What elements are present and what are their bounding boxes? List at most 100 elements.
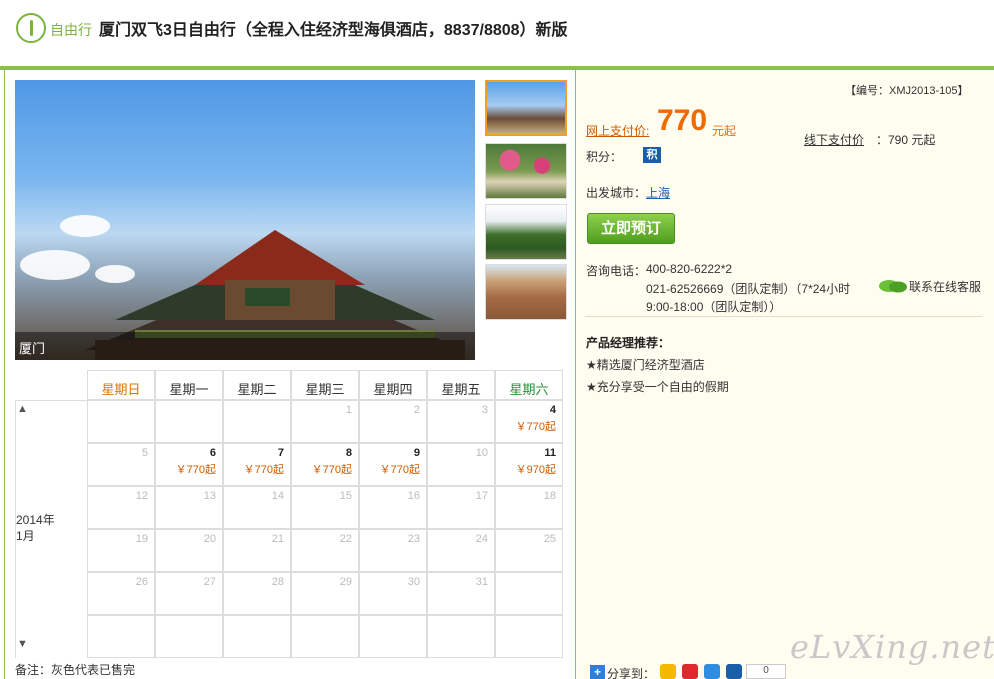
- calendar-day-cell: [495, 615, 563, 658]
- calendar-day-cell: [87, 400, 155, 443]
- offline-price: ：790 元起: [876, 133, 936, 147]
- phone-label: 咨询电话：: [586, 264, 647, 278]
- phone-number-1: 400-820-6222*2: [646, 262, 733, 276]
- calendar-weekday-header: 星期一: [155, 370, 223, 400]
- weibo-icon[interactable]: [682, 664, 698, 679]
- gallery-thumbnail-3[interactable]: [485, 204, 567, 260]
- calendar-day-cell: 31: [427, 572, 495, 615]
- calendar-day-number: 25: [543, 533, 556, 545]
- calendar-note: 备注：灰色代表已售完: [15, 663, 136, 677]
- calendar-day-price[interactable]: ￥770起: [380, 461, 420, 477]
- online-price-label[interactable]: 网上支付价:: [586, 122, 649, 139]
- calendar-weekday-header: 星期四: [359, 370, 427, 400]
- calendar-day-cell[interactable]: 4 ￥770起: [495, 400, 563, 443]
- calendar-day-cell: 10: [427, 443, 495, 486]
- calendar-day-number: 12: [135, 490, 148, 502]
- calendar-day-number: 27: [203, 576, 216, 588]
- calendar-day-number: 28: [271, 576, 284, 588]
- calendar-day-cell: [223, 615, 291, 658]
- calendar-day-number: 22: [339, 533, 352, 545]
- offline-price-label[interactable]: 线下支付价: [804, 131, 864, 148]
- calendar-next-month-button[interactable]: ▼: [17, 638, 28, 650]
- main-photo[interactable]: 厦门: [15, 80, 475, 360]
- calendar-day-number: 16: [407, 490, 420, 502]
- calendar-weekday-header: 星期六: [495, 370, 563, 400]
- online-price: 770: [657, 104, 708, 137]
- calendar-day-cell[interactable]: 6 ￥770起: [155, 443, 223, 486]
- calendar-prev-month-button[interactable]: ▲: [17, 403, 28, 415]
- calendar-day-cell: 1: [291, 400, 359, 443]
- recommend-title: 产品经理推荐：: [586, 336, 671, 350]
- calendar-day-price[interactable]: ￥770起: [312, 461, 352, 477]
- calendar-day-cell: 21: [223, 529, 291, 572]
- calendar-day-number: 19: [135, 533, 148, 545]
- calendar-day-number: 17: [475, 490, 488, 502]
- calendar-day-price[interactable]: ￥770起: [176, 461, 216, 477]
- points-label: 积分：: [586, 150, 623, 164]
- calendar-weekday-header: 星期三: [291, 370, 359, 400]
- calendar-day-cell: 12: [87, 486, 155, 529]
- calendar-day-cell: 13: [155, 486, 223, 529]
- calendar-day-cell: [427, 615, 495, 658]
- calendar-day-cell: 28: [223, 572, 291, 615]
- calendar-day-number: 20: [203, 533, 216, 545]
- gallery-thumbnail-1[interactable]: [485, 80, 567, 136]
- calendar-day-number: 21: [271, 533, 284, 545]
- calendar-day-cell: [495, 572, 563, 615]
- calendar-day-cell: [155, 400, 223, 443]
- gallery-thumbnail-4[interactable]: [485, 264, 567, 320]
- calendar-day-number: 10: [475, 447, 488, 459]
- calendar-day-number: 24: [475, 533, 488, 545]
- calendar-day-cell: 2: [359, 400, 427, 443]
- calendar-day-cell: 30: [359, 572, 427, 615]
- calendar-day-cell: 24: [427, 529, 495, 572]
- panel-divider: [585, 316, 982, 317]
- phone-hours: 9:00-18:00（团队定制））: [646, 300, 782, 314]
- share-plus-icon[interactable]: +: [590, 665, 605, 679]
- chat-bubble-icon[interactable]: [878, 278, 908, 294]
- qzone-icon[interactable]: [660, 664, 676, 679]
- calendar-day-price[interactable]: ￥770起: [516, 418, 556, 434]
- gallery-thumbnail-2[interactable]: [485, 143, 567, 199]
- share-count: 0: [746, 664, 786, 679]
- calendar-day-number: 2: [413, 404, 420, 416]
- calendar-day-number: 7: [277, 447, 284, 459]
- calendar-day-number: 6: [209, 447, 216, 459]
- calendar-day-cell: [87, 615, 155, 658]
- page-header: 自由行 厦门双飞3日自由行（全程入住经济型海俱酒店，8837/8808）新版: [0, 0, 994, 68]
- booking-panel: [575, 70, 994, 679]
- points-badge-icon: 积: [643, 147, 661, 163]
- departure-city-link[interactable]: 上海: [646, 184, 670, 201]
- calendar-day-number: 26: [135, 576, 148, 588]
- calendar-weekday-header: 星期日: [87, 370, 155, 400]
- calendar-day-cell: [155, 615, 223, 658]
- recommend-item-1: ★精选厦门经济型酒店: [586, 358, 705, 372]
- calendar-day-cell[interactable]: 8 ￥770起: [291, 443, 359, 486]
- product-code: 【编号：XMJ2013-105】: [845, 85, 969, 97]
- calendar-day-number: 13: [203, 490, 216, 502]
- calendar-day-cell: [359, 615, 427, 658]
- calendar-day-number: 4: [549, 404, 556, 416]
- online-service-link[interactable]: 联系在线客服: [909, 278, 981, 295]
- qq-icon[interactable]: [704, 664, 720, 679]
- calendar-day-cell: 23: [359, 529, 427, 572]
- calendar-day-price[interactable]: ￥970起: [516, 461, 556, 477]
- calendar-day-number: 31: [475, 576, 488, 588]
- renren-icon[interactable]: [726, 664, 742, 679]
- recommend-item-2: ★充分享受一个自由的假期: [586, 380, 729, 394]
- calendar-day-cell[interactable]: 7 ￥770起: [223, 443, 291, 486]
- calendar-day-cell: 27: [155, 572, 223, 615]
- calendar-day-price[interactable]: ￥770起: [244, 461, 284, 477]
- calendar-day-cell[interactable]: 9 ￥770起: [359, 443, 427, 486]
- calendar-day-cell: 29: [291, 572, 359, 615]
- book-now-button[interactable]: 立即预订: [587, 213, 675, 244]
- calendar-day-cell: 19: [87, 529, 155, 572]
- calendar-day-number: 8: [345, 447, 352, 459]
- calendar-day-number: 18: [543, 490, 556, 502]
- calendar-day-number: 23: [407, 533, 420, 545]
- calendar-day-number: 30: [407, 576, 420, 588]
- calendar-day-cell[interactable]: 11 ￥970起: [495, 443, 563, 486]
- calendar-month-label: 2014年 1月: [16, 513, 55, 543]
- calendar-day-cell: 5: [87, 443, 155, 486]
- calendar-day-number: 14: [271, 490, 284, 502]
